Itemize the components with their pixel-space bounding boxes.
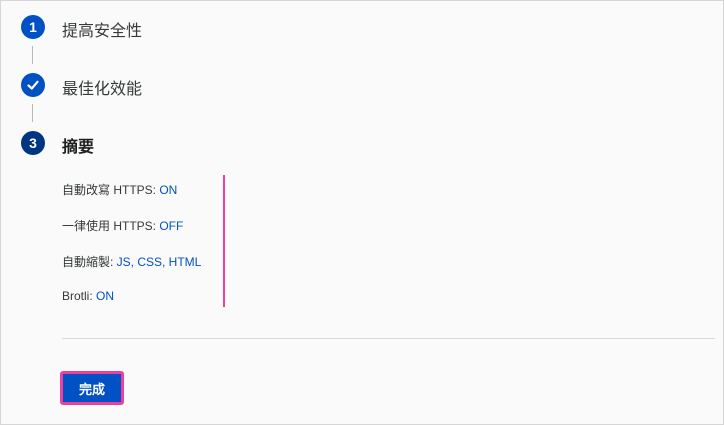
summary-row-brotli: Brotli: ON — [62, 289, 114, 303]
step-connector — [32, 46, 33, 64]
summary-row-label: Brotli: — [62, 289, 97, 303]
step-2-label: 最佳化效能 — [62, 81, 143, 98]
step-1-number: 1 — [29, 19, 37, 35]
summary-row-minify: 自動縮製: JS, CSS, HTML — [62, 253, 201, 270]
divider — [62, 338, 715, 339]
summary-highlight-bar — [223, 175, 225, 307]
summary-row-always-https: 一律使用 HTTPS: OFF — [62, 217, 183, 234]
step-1-circle: 1 — [21, 15, 45, 39]
step-2-circle — [21, 73, 45, 97]
summary-row-value: OFF — [159, 219, 184, 233]
summary-row-label: 一律使用 HTTPS: — [62, 219, 160, 233]
summary-row-label: 自動縮製: — [62, 255, 117, 269]
summary-row-value: ON — [96, 289, 115, 303]
step-3-label: 摘要 — [62, 139, 95, 156]
summary-row-value: ON — [159, 183, 178, 197]
summary-row-value: JS, CSS, HTML — [116, 255, 202, 269]
checkmark-icon — [26, 78, 40, 92]
step-3-number: 3 — [29, 135, 37, 151]
step-connector — [32, 104, 33, 122]
step-1-label: 提高安全性 — [62, 23, 143, 40]
summary-row-label: 自動改寫 HTTPS: — [62, 183, 160, 197]
wizard-panel: 1 提高安全性 最佳化效能 3 摘要 自動改寫 HTTPS: ON 一律使用 H… — [0, 0, 724, 425]
step-3-circle: 3 — [21, 131, 45, 155]
done-button[interactable]: 完成 — [60, 371, 124, 405]
done-button-label: 完成 — [78, 381, 105, 397]
summary-row-auto-https: 自動改寫 HTTPS: ON — [62, 181, 177, 198]
